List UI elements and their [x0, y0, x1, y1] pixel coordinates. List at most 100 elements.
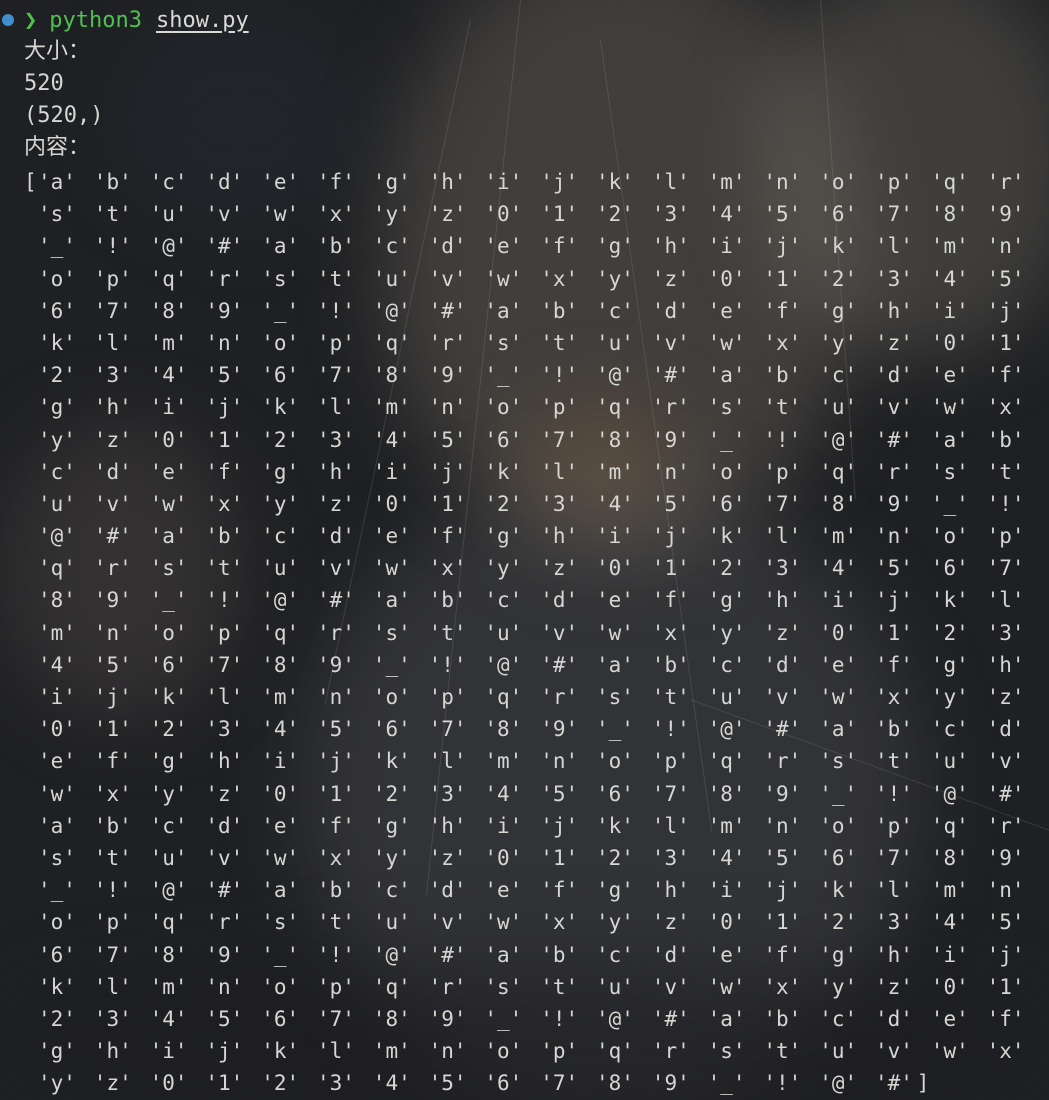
array-item: 'm'	[707, 813, 746, 838]
array-item: '6'	[819, 202, 858, 227]
array-item: 'k'	[261, 395, 300, 420]
array-item: 'f'	[540, 234, 579, 259]
array-item: 'i'	[819, 588, 858, 613]
shape-value: (520,)	[24, 103, 104, 128]
array-item: 'q'	[930, 813, 969, 838]
array-item: 'o'	[484, 1039, 523, 1064]
array-item: '#'	[763, 717, 802, 742]
array-item: 's'	[930, 459, 969, 484]
array-item: '9'	[428, 363, 467, 388]
array-item: '5'	[205, 363, 244, 388]
array-item: '6'	[707, 491, 746, 516]
array-item: 'k'	[261, 1039, 300, 1064]
array-item: 'q'	[819, 459, 858, 484]
array-item: 'h'	[205, 749, 244, 774]
array-item: 't'	[317, 266, 355, 291]
array-item: '9'	[763, 781, 802, 806]
array-item: '@'	[596, 363, 634, 388]
array-item: '4'	[372, 427, 411, 452]
array-item: 'i'	[930, 298, 969, 323]
array-item: '5'	[875, 556, 913, 581]
array-item: '_'	[372, 652, 411, 677]
array-item: 'k'	[38, 330, 76, 355]
array-item: '4'	[930, 266, 969, 291]
array-item: '_'	[930, 491, 969, 516]
array-item: 'n'	[205, 974, 244, 999]
array-item: '7'	[317, 1006, 355, 1031]
array-item: '5'	[428, 1071, 467, 1096]
array-item: 'y'	[707, 620, 746, 645]
array-item: 'u'	[372, 266, 411, 291]
array-item: 't'	[986, 459, 1025, 484]
array-item: '_'	[38, 878, 76, 903]
array-item: 'v'	[651, 330, 690, 355]
array-item: '#'	[540, 652, 579, 677]
array-item: 'g'	[372, 813, 411, 838]
array-item: 't'	[763, 1039, 802, 1064]
array-row: '@' '#' 'a' 'b' 'c' 'd' 'e' 'f' 'g' 'h' 'i' 'j' 'k' '…	[24, 520, 1044, 552]
array-item: 'h'	[986, 652, 1025, 677]
array-item: '5'	[93, 652, 132, 677]
array-item: 'o'	[707, 459, 746, 484]
array-item: '2'	[819, 910, 858, 935]
array-item: 'y'	[261, 491, 300, 516]
array-item: 'c'	[261, 524, 300, 549]
array-item: 'o'	[149, 620, 188, 645]
array-item: 'b'	[205, 524, 244, 549]
array-item: '#'	[205, 878, 244, 903]
array-item: 'a'	[484, 298, 523, 323]
array-item: 'g'	[372, 170, 411, 194]
array-item: 'e'	[372, 524, 411, 549]
array-item: 'c'	[819, 1006, 858, 1031]
array-item: '3'	[540, 491, 579, 516]
array-item: '!'	[540, 363, 579, 388]
array-item: 'n'	[986, 878, 1025, 903]
array-item: '7'	[93, 942, 132, 967]
array-item: 'd'	[540, 588, 579, 613]
array-item: 't'	[540, 974, 579, 999]
array-item: '1'	[986, 974, 1025, 999]
array-item: '@'	[372, 298, 411, 323]
terminal-window[interactable]: ❯ python3 show.py 大小： 520 (520,) 内容： ['a…	[0, 0, 1049, 1100]
array-item: '7'	[875, 202, 913, 227]
array-item: 'm'	[372, 395, 411, 420]
size-value: 520	[24, 71, 64, 96]
array-item: '1'	[875, 620, 913, 645]
array-item: '1'	[540, 202, 579, 227]
array-item: 'p'	[205, 620, 244, 645]
array-item: '8'	[484, 717, 523, 742]
array-item: 'y'	[596, 910, 634, 935]
array-item: 'q'	[596, 1039, 634, 1064]
array-item: '_'	[707, 427, 746, 452]
array-item: 'h'	[540, 524, 579, 549]
array-item: 'z'	[317, 491, 355, 516]
array-item: 'w'	[261, 845, 300, 870]
array-item: '7'	[651, 781, 690, 806]
array-item: 'u'	[819, 395, 858, 420]
array-item: '7'	[317, 363, 355, 388]
array-item: '8'	[707, 781, 746, 806]
prompt-chevron-icon: ❯	[24, 7, 38, 33]
array-item: 's'	[372, 620, 411, 645]
array-item: '_'	[261, 298, 300, 323]
array-item: 'h'	[93, 395, 132, 420]
array-item: 'n'	[317, 685, 355, 709]
array-item: '6'	[372, 717, 411, 742]
array-item: 'a'	[484, 942, 523, 967]
array-item: 'y'	[38, 427, 76, 452]
array-item: 'z'	[428, 202, 467, 227]
array-item: '6'	[484, 427, 523, 452]
array-item: 'f'	[763, 298, 802, 323]
array-item: 'r'	[540, 685, 579, 709]
array-item: 's'	[484, 330, 523, 355]
array-item: '4'	[372, 1071, 411, 1096]
array-item: 'z'	[651, 910, 690, 935]
command-argument-link[interactable]: show.py	[156, 8, 249, 33]
array-item: 'b'	[540, 298, 579, 323]
array-row: '2' '3' '4' '5' '6' '7' '8' '9' '_' '!' '@' '#' 'a' '…	[24, 1003, 1044, 1035]
array-output: ['a''b''c''d''e''f''g''h''i''j''k''l''m'…	[24, 166, 1044, 1099]
array-item: 'r'	[93, 556, 132, 581]
array-item: '!'	[93, 234, 132, 259]
array-item: 'l'	[540, 459, 579, 484]
array-item: 'o'	[38, 266, 76, 291]
